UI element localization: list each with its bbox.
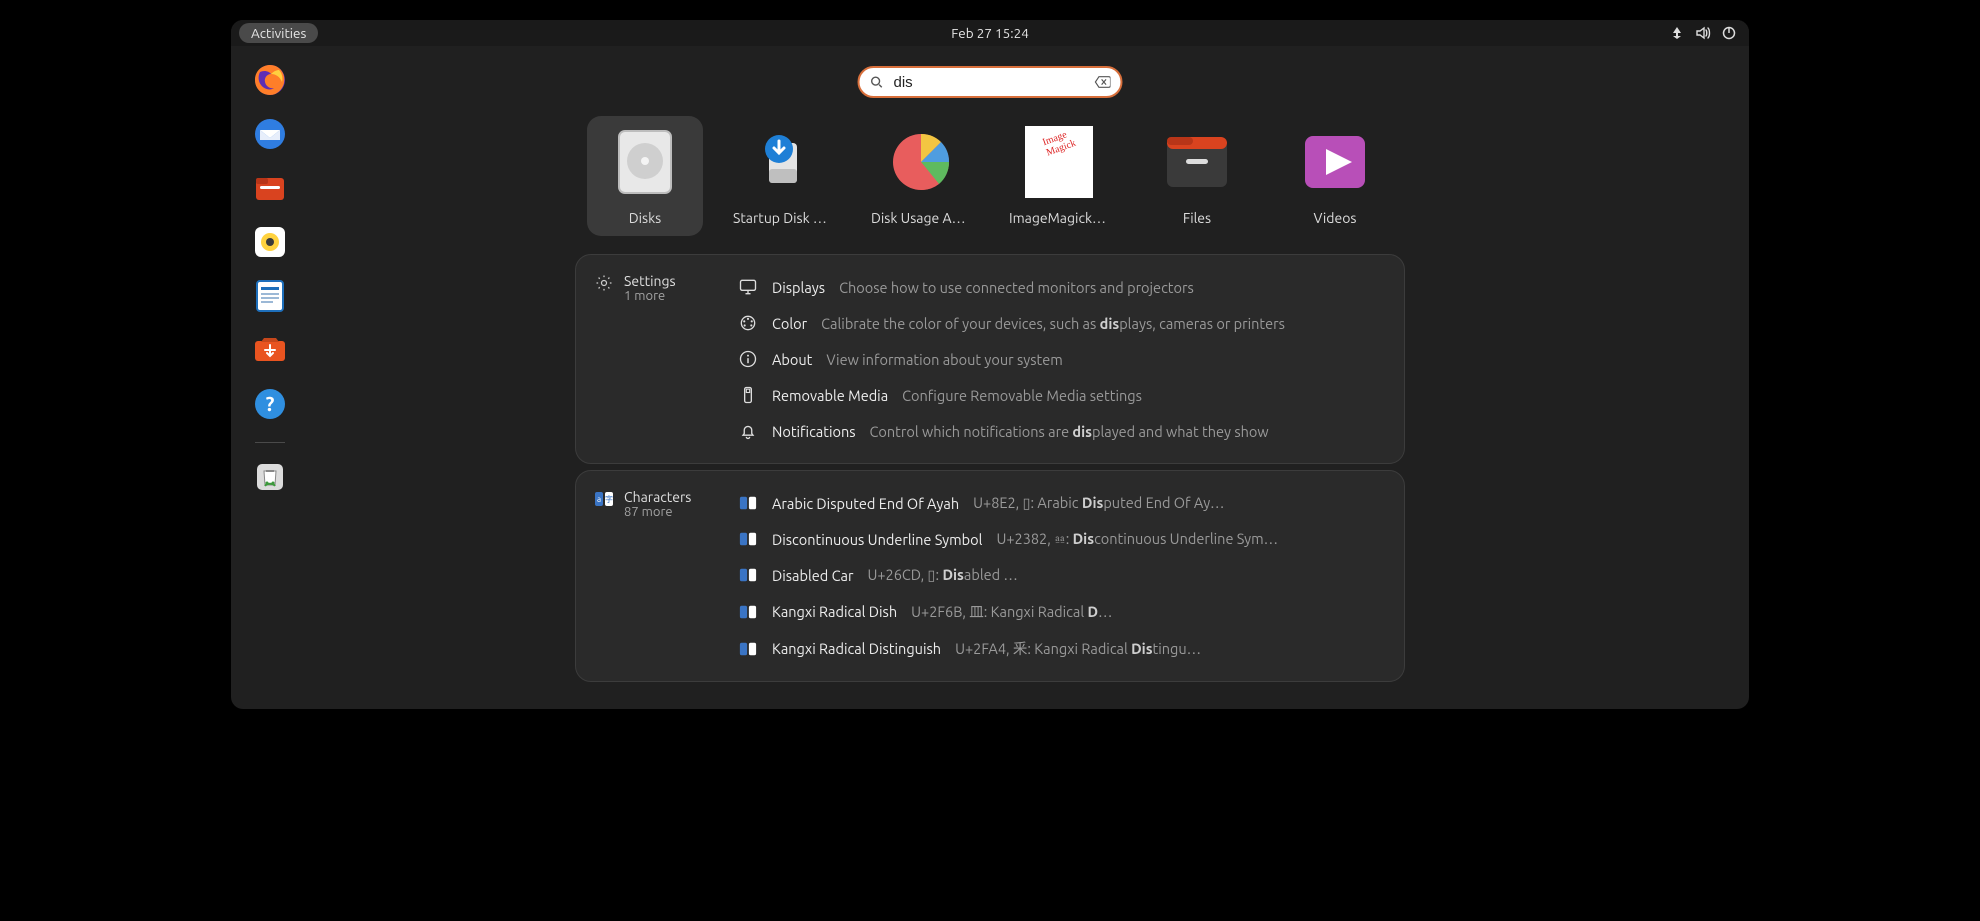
characters-provider-more: 87 more <box>624 505 691 519</box>
characters-row-desc: U+2382, ⎂: Discontinuous Underline Sym… <box>996 530 1278 548</box>
app-tile-imagemagick[interactable]: ImageMagick ImageMagick (c… <box>1001 116 1117 236</box>
bell-icon <box>738 421 758 441</box>
search-icon <box>870 75 884 89</box>
clear-icon[interactable] <box>1095 75 1111 89</box>
app-tile-label: Disks <box>595 210 695 226</box>
app-tile-label: Videos <box>1285 210 1385 226</box>
settings-row-title: Color <box>772 315 807 332</box>
character-icon <box>738 565 758 585</box>
settings-row[interactable]: Notifications Control which notifications… <box>738 413 1386 449</box>
characters-row-title: Arabic Disputed End Of Ayah <box>772 495 959 512</box>
dock: ? <box>231 46 309 709</box>
firefox-icon[interactable] <box>250 60 290 100</box>
status-tray[interactable] <box>1669 25 1737 41</box>
svg-text:a: a <box>597 495 601 504</box>
characters-row-desc: U+2FA4, 釆: Kangxi Radical Distingu… <box>955 638 1201 659</box>
characters-row-title: Disabled Car <box>772 567 853 584</box>
settings-provider-header[interactable]: Settings 1 more <box>594 273 676 303</box>
files-icon[interactable] <box>250 168 290 208</box>
app-tile-disks[interactable]: Disks <box>587 116 703 236</box>
characters-row-desc: U+26CD, ▯: Disabled … <box>867 566 1017 584</box>
characters-row-desc: U+2F6B, ⽫: Kangxi Radical D… <box>911 601 1112 622</box>
characters-provider-title: Characters <box>624 489 691 505</box>
character-icon <box>738 602 758 622</box>
app-tile-videos[interactable]: Videos <box>1277 116 1393 236</box>
color-icon <box>738 313 758 333</box>
app-tile-startupdisk[interactable]: Startup Disk Cr… <box>725 116 841 236</box>
rhythmbox-icon[interactable] <box>250 222 290 262</box>
characters-row[interactable]: Arabic Disputed End Of Ayah U+8E2, ▯: Ara… <box>738 485 1386 521</box>
writer-icon[interactable] <box>250 276 290 316</box>
settings-row[interactable]: Displays Choose how to use connected moni… <box>738 269 1386 305</box>
character-icon <box>738 529 758 549</box>
characters-row[interactable]: Disabled Car U+26CD, ▯: Disabled … <box>738 557 1386 593</box>
disks-icon <box>611 128 679 196</box>
filesapp-icon <box>1163 128 1231 196</box>
search-input[interactable] <box>892 73 1095 92</box>
settings-row-title: Notifications <box>772 423 856 440</box>
characters-row[interactable]: Kangxi Radical Dish U+2F6B, ⽫: Kangxi Rad… <box>738 593 1386 630</box>
settings-row-desc: View information about your system <box>826 351 1062 368</box>
app-tile-label: Disk Usage Ana… <box>871 210 971 226</box>
imagemagick-icon: ImageMagick <box>1025 128 1093 196</box>
software-icon[interactable] <box>250 330 290 370</box>
app-tile-label: ImageMagick (c… <box>1009 210 1109 226</box>
settings-row-desc: Control which notifications are displaye… <box>870 423 1269 440</box>
app-tile-filesapp[interactable]: Files <box>1139 116 1255 236</box>
settings-row-desc: Calibrate the color of your devices, suc… <box>821 315 1285 332</box>
svg-text:字: 字 <box>605 494 613 504</box>
settings-row[interactable]: Removable Media Configure Removable Media… <box>738 377 1386 413</box>
characters-provider-panel: a字 Characters 87 more Arabic Disputed En… <box>575 470 1405 682</box>
removable-icon <box>738 385 758 405</box>
clock[interactable]: Feb 27 15:24 <box>951 25 1029 41</box>
videos-icon <box>1301 128 1369 196</box>
search-field[interactable] <box>858 66 1123 98</box>
characters-row-title: Kangxi Radical Dish <box>772 603 897 620</box>
settings-row-title: Displays <box>772 279 825 296</box>
thunderbird-icon[interactable] <box>250 114 290 154</box>
settings-provider-more: 1 more <box>624 289 676 303</box>
app-tile-label: Files <box>1147 210 1247 226</box>
characters-row[interactable]: Kangxi Radical Distinguish U+2FA4, 釆: Kan… <box>738 630 1386 667</box>
settings-row-desc: Configure Removable Media settings <box>902 387 1142 404</box>
character-icon <box>738 639 758 659</box>
characters-row-desc: U+8E2, ▯: Arabic Disputed End Of Ay… <box>973 494 1224 512</box>
characters-row-title: Kangxi Radical Distinguish <box>772 640 941 657</box>
settings-row-title: About <box>772 351 812 368</box>
settings-row[interactable]: Color Calibrate the color of your devices… <box>738 305 1386 341</box>
settings-icon <box>594 273 614 293</box>
settings-row[interactable]: About View information about your system <box>738 341 1386 377</box>
baobab-icon <box>887 128 955 196</box>
displays-icon <box>738 277 758 297</box>
svg-text:?: ? <box>266 392 275 415</box>
characters-row[interactable]: Discontinuous Underline Symbol U+2382, ⎂:… <box>738 521 1386 557</box>
settings-provider-panel: Settings 1 more Displays Choose how to us… <box>575 254 1405 464</box>
network-icon[interactable] <box>1669 25 1685 41</box>
character-icon <box>738 493 758 513</box>
power-icon[interactable] <box>1721 25 1737 41</box>
activities-button[interactable]: Activities <box>239 23 318 43</box>
settings-row-title: Removable Media <box>772 387 888 404</box>
about-icon <box>738 349 758 369</box>
trash-icon[interactable] <box>250 457 290 497</box>
settings-provider-title: Settings <box>624 273 676 289</box>
volume-icon[interactable] <box>1695 25 1711 41</box>
startupdisk-icon <box>749 128 817 196</box>
characters-icon: a字 <box>594 489 614 509</box>
help-icon[interactable]: ? <box>250 384 290 424</box>
app-results-row: Disks Startup Disk Cr… Disk Usage Ana… Imag… <box>587 116 1393 236</box>
app-tile-label: Startup Disk Cr… <box>733 210 833 226</box>
characters-row-title: Discontinuous Underline Symbol <box>772 531 982 548</box>
app-tile-baobab[interactable]: Disk Usage Ana… <box>863 116 979 236</box>
settings-row-desc: Choose how to use connected monitors and… <box>839 279 1194 296</box>
characters-provider-header[interactable]: a字 Characters 87 more <box>594 489 691 519</box>
topbar: Activities Feb 27 15:24 <box>231 20 1749 46</box>
